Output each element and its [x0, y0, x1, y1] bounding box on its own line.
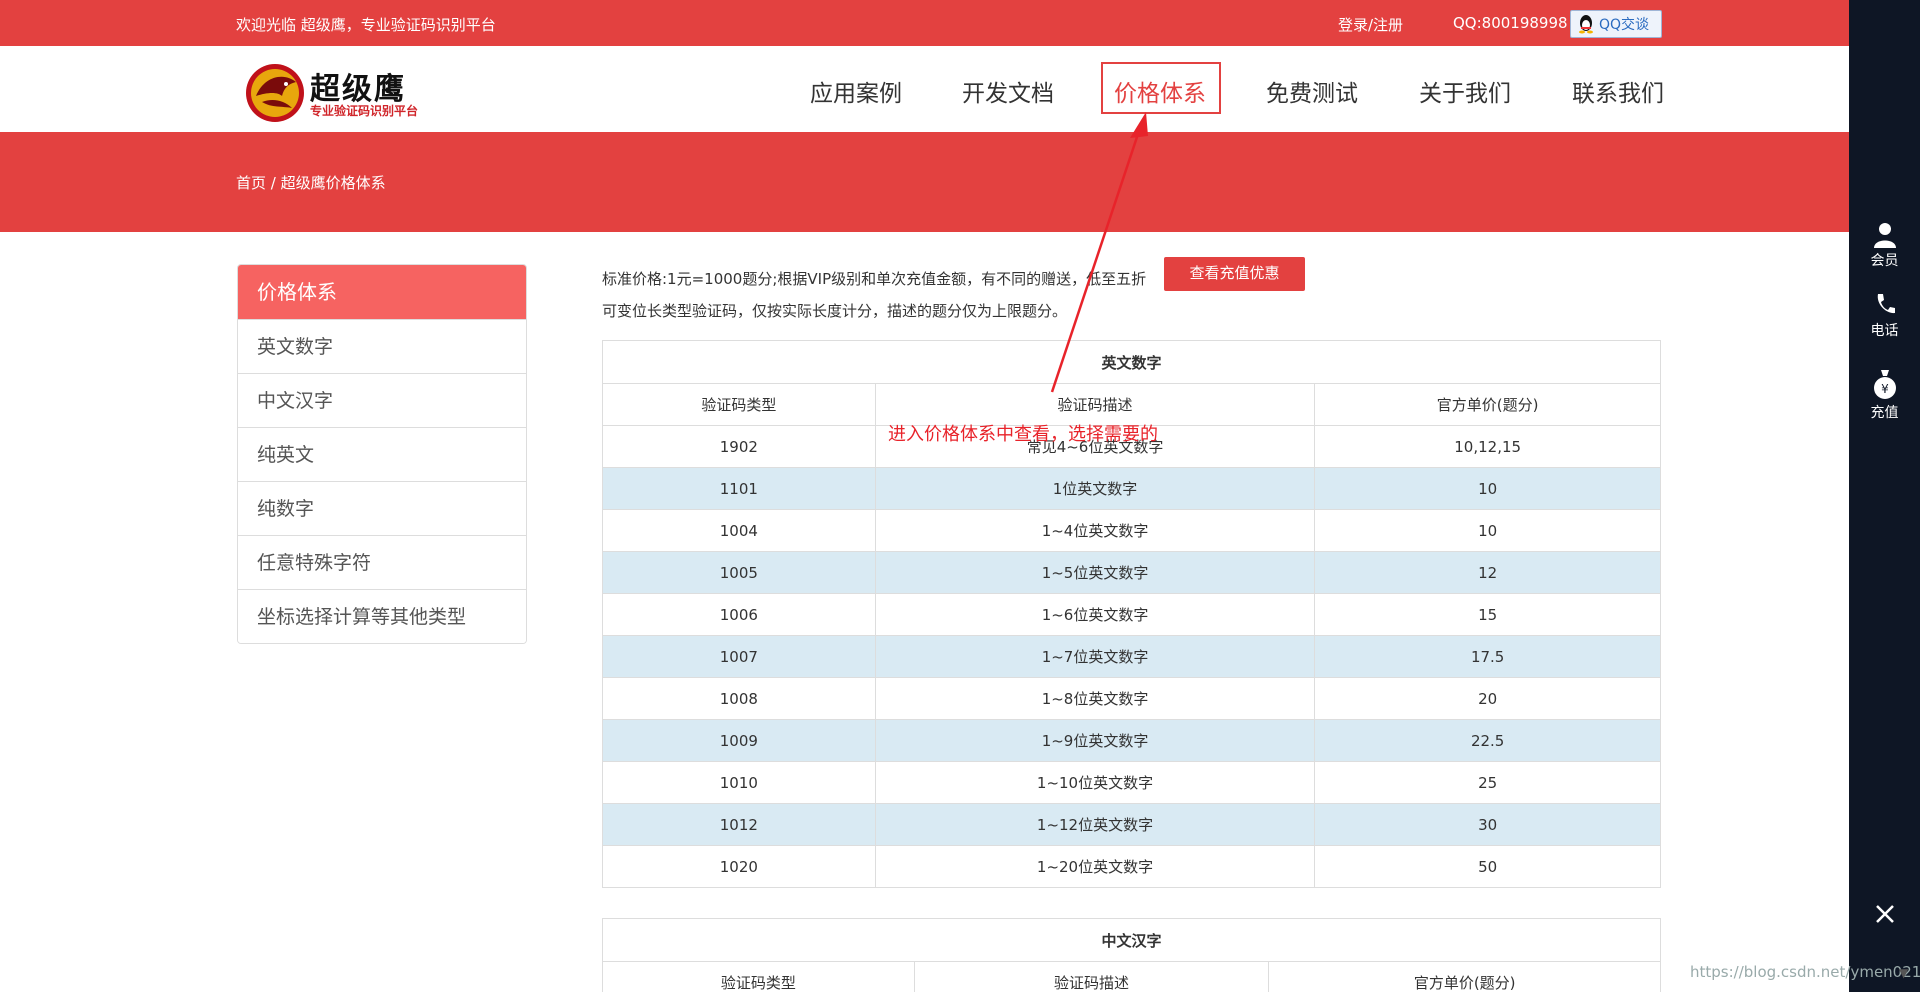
phone-label: 电话 — [1870, 323, 1899, 339]
scroll-down-arrow-icon[interactable]: ▼ — [1899, 966, 1908, 980]
member-label: 会员 — [1870, 253, 1899, 269]
cell-type: 1007 — [602, 635, 876, 678]
close-icon[interactable] — [1871, 900, 1899, 928]
cell-type: 1008 — [602, 677, 876, 720]
nav-about[interactable]: 关于我们 — [1419, 74, 1511, 108]
cell-description: 1~10位英文数字 — [874, 761, 1316, 804]
table-row: 1008 1~8位英文数字 20 — [602, 677, 1661, 720]
pricing-intro: 标准价格:1元=1000题分;根据VIP级别和单次充值金额，有不同的赠送，低至五… — [602, 263, 1146, 327]
table-row: 1006 1~6位英文数字 15 — [602, 593, 1661, 636]
login-register-link[interactable]: 登录/注册 — [1338, 14, 1403, 35]
sidebar-title[interactable]: 价格体系 — [238, 265, 526, 319]
table-header-description: 验证码描述 — [913, 961, 1270, 992]
table-row: 1101 1位英文数字 10 — [602, 467, 1661, 510]
table-caption: 英文数字 — [602, 340, 1661, 384]
svg-text:¥: ¥ — [1881, 382, 1889, 396]
cell-description: 1位英文数字 — [874, 467, 1316, 510]
table-caption: 中文汉字 — [602, 918, 1661, 962]
sidebar-item-other-types[interactable]: 坐标选择计算等其他类型 — [238, 589, 526, 643]
sidebar-item-special-chars[interactable]: 任意特殊字符 — [238, 535, 526, 589]
cell-price: 22.5 — [1314, 719, 1661, 762]
cell-type: 1012 — [602, 803, 876, 846]
nav-free-test[interactable]: 免费测试 — [1266, 74, 1358, 108]
cell-type: 1902 — [602, 425, 876, 468]
recharge-label: 充值 — [1870, 405, 1899, 421]
cell-description: 1~6位英文数字 — [874, 593, 1316, 636]
table-row: 1020 1~20位英文数字 50 — [602, 845, 1661, 888]
cell-type: 1004 — [602, 509, 876, 552]
cell-price: 17.5 — [1314, 635, 1661, 678]
table-row: 1005 1~5位英文数字 12 — [602, 551, 1661, 594]
table-header-price: 官方单价(题分) — [1268, 961, 1661, 992]
recharge-offers-button[interactable]: 查看充值优惠 — [1164, 257, 1305, 291]
top-bar: 欢迎光临 超级鹰，专业验证码识别平台 登录/注册 QQ:800198998 QQ… — [0, 0, 1849, 46]
phone-button[interactable]: 电话 — [1849, 292, 1920, 340]
table-row: 1010 1~10位英文数字 25 — [602, 761, 1661, 804]
cell-price: 50 — [1314, 845, 1661, 888]
sidebar-item-chinese[interactable]: 中文汉字 — [238, 373, 526, 427]
page-banner: 首页 / 超级鹰价格体系 — [0, 132, 1849, 232]
qq-number: QQ:800198998 — [1453, 14, 1568, 32]
cell-description: 1~9位英文数字 — [874, 719, 1316, 762]
cell-description: 1~5位英文数字 — [874, 551, 1316, 594]
logo-subtitle: 专业验证码识别平台 — [310, 104, 419, 118]
table-header-type: 验证码类型 — [602, 961, 915, 992]
cell-description: 1~7位英文数字 — [874, 635, 1316, 678]
cell-type: 1101 — [602, 467, 876, 510]
qq-chat-label: QQ交谈 — [1599, 17, 1650, 33]
welcome-text: 欢迎光临 超级鹰，专业验证码识别平台 — [236, 16, 496, 34]
cell-type: 1009 — [602, 719, 876, 762]
table-row: 1004 1~4位英文数字 10 — [602, 509, 1661, 552]
recharge-button[interactable]: ¥ 充值 — [1849, 368, 1920, 422]
annotation-text: 进入价格体系中查看，选择需要的 — [888, 424, 1158, 445]
sidebar-item-english-digits[interactable]: 英文数字 — [238, 319, 526, 373]
member-button[interactable]: 会员 — [1849, 222, 1920, 270]
cell-type: 1005 — [602, 551, 876, 594]
cell-price: 12 — [1314, 551, 1661, 594]
intro-line-2: 可变位长类型验证码，仅按实际长度计分，描述的题分仅为上限题分。 — [602, 302, 1068, 320]
user-icon — [1873, 223, 1896, 248]
phone-icon — [1877, 294, 1895, 314]
cell-type: 1020 — [602, 845, 876, 888]
cell-description: 1~4位英文数字 — [874, 509, 1316, 552]
intro-line-1: 标准价格:1元=1000题分;根据VIP级别和单次充值金额，有不同的赠送，低至五… — [602, 270, 1147, 288]
sidebar-item-pure-digits[interactable]: 纯数字 — [238, 481, 526, 535]
table-header-price: 官方单价(题分) — [1314, 383, 1661, 426]
cell-price: 10,12,15 — [1314, 425, 1661, 468]
cell-description: 1~20位英文数字 — [874, 845, 1316, 888]
breadcrumb[interactable]: 首页 / 超级鹰价格体系 — [236, 172, 386, 193]
pricing-sidebar: 价格体系 英文数字 中文汉字 纯英文 纯数字 任意特殊字符 坐标选择计算等其他类… — [237, 264, 527, 644]
qq-penguin-icon — [1579, 15, 1593, 34]
pricing-table-chinese: 中文汉字 验证码类型 验证码描述 官方单价(题分) — [602, 918, 1661, 992]
qq-chat-button[interactable]: QQ交谈 — [1570, 10, 1662, 38]
right-float-bar: 会员 电话 ¥ 充值 — [1849, 0, 1920, 992]
cell-description: 1~8位英文数字 — [874, 677, 1316, 720]
nav-pricing[interactable]: 价格体系 — [1114, 74, 1206, 108]
watermark: https://blog.csdn.net/ymen021 — [1690, 963, 1920, 981]
cell-price: 30 — [1314, 803, 1661, 846]
cell-price: 15 — [1314, 593, 1661, 636]
table-row: 1007 1~7位英文数字 17.5 — [602, 635, 1661, 678]
cell-type: 1006 — [602, 593, 876, 636]
cell-description: 1~12位英文数字 — [874, 803, 1316, 846]
cell-price: 20 — [1314, 677, 1661, 720]
nav-cases[interactable]: 应用案例 — [810, 74, 902, 108]
cell-price: 25 — [1314, 761, 1661, 804]
sidebar-item-pure-english[interactable]: 纯英文 — [238, 427, 526, 481]
cell-type: 1010 — [602, 761, 876, 804]
table-row: 1009 1~9位英文数字 22.5 — [602, 719, 1661, 762]
table-header-type: 验证码类型 — [602, 383, 876, 426]
main-navigation: 超级鹰 专业验证码识别平台 应用案例 开发文档 价格体系 免费测试 关于我们 联… — [0, 46, 1849, 132]
table-row: 1012 1~12位英文数字 30 — [602, 803, 1661, 846]
nav-contact[interactable]: 联系我们 — [1572, 74, 1664, 108]
eagle-logo-icon — [246, 64, 304, 122]
nav-docs[interactable]: 开发文档 — [962, 74, 1054, 108]
money-bag-icon: ¥ — [1873, 370, 1896, 399]
cell-price: 10 — [1314, 467, 1661, 510]
site-logo[interactable]: 超级鹰 专业验证码识别平台 — [244, 62, 434, 124]
cell-price: 10 — [1314, 509, 1661, 552]
